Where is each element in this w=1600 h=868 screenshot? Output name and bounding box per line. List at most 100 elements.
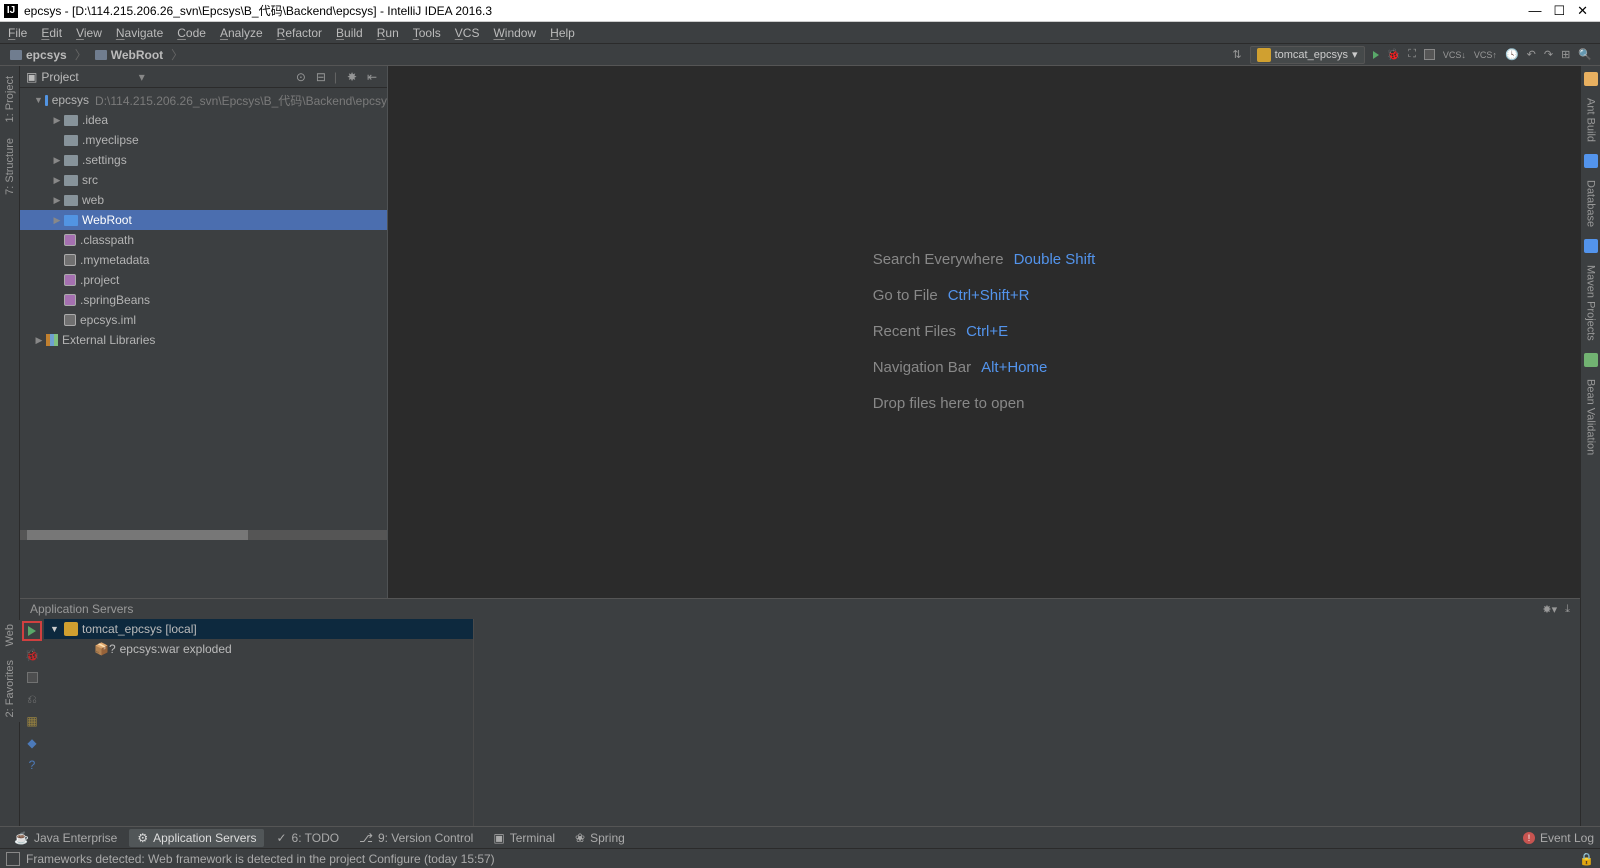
- server-tree-node[interactable]: 📦?epcsys:war exploded: [44, 639, 473, 659]
- menu-tools[interactable]: Tools: [413, 26, 441, 40]
- deploy-icon[interactable]: ▦: [24, 713, 40, 729]
- hint-shortcut: Double Shift: [1014, 242, 1096, 278]
- gear-icon[interactable]: ✸▾: [1542, 603, 1557, 616]
- menu-navigate[interactable]: Navigate: [116, 26, 163, 40]
- tree-arrow[interactable]: ▼: [34, 95, 43, 105]
- collapse-icon[interactable]: ⊟: [316, 70, 330, 84]
- menu-view[interactable]: View: [76, 26, 102, 40]
- menu-edit[interactable]: Edit: [41, 26, 62, 40]
- minimize-button[interactable]: —: [1528, 3, 1541, 18]
- event-log-button[interactable]: !Event Log: [1523, 831, 1594, 845]
- tree-node[interactable]: ▶web: [20, 190, 387, 210]
- tree-node[interactable]: ▶External Libraries: [20, 330, 387, 350]
- hide-icon[interactable]: ⇤: [367, 70, 381, 84]
- run-button[interactable]: [1373, 51, 1379, 59]
- folder-icon: [64, 175, 78, 186]
- tool-web[interactable]: Web: [4, 620, 16, 650]
- tree-node[interactable]: ▼epcsysD:\114.215.206.26_svn\Epcsys\B_代码…: [20, 90, 387, 110]
- folder-icon: [64, 135, 78, 146]
- menu-file[interactable]: File: [8, 26, 27, 40]
- debug-button[interactable]: 🐞: [1387, 48, 1401, 61]
- artifact-icon[interactable]: ◆: [24, 735, 40, 751]
- tree-scrollbar[interactable]: [20, 530, 387, 540]
- tree-arrow[interactable]: ▶: [52, 115, 62, 126]
- menu-refactor[interactable]: Refactor: [277, 26, 322, 40]
- bottom-tab-javaenterprise[interactable]: ☕Java Enterprise: [6, 829, 125, 847]
- chevron-down-icon[interactable]: ▾: [139, 70, 145, 84]
- debug-server-button[interactable]: 🐞: [24, 647, 40, 663]
- menubar: File Edit View Navigate Code Analyze Refactor B…: [0, 22, 1600, 44]
- tool-structure[interactable]: 7: Structure: [4, 134, 16, 199]
- lock-icon[interactable]: 🔒: [1579, 852, 1594, 866]
- maximize-button[interactable]: ☐: [1553, 3, 1565, 19]
- server-label: epcsys:war exploded: [120, 642, 232, 656]
- run-config-selector[interactable]: tomcat_epcsys ▾: [1250, 46, 1365, 64]
- status-message: Frameworks detected: Web framework is de…: [26, 852, 495, 866]
- tab-label: Terminal: [510, 831, 555, 845]
- redo-icon[interactable]: ↷: [1544, 48, 1553, 61]
- tree-arrow[interactable]: ▶: [52, 175, 62, 186]
- app-servers-content: [474, 619, 1580, 826]
- navbar: epcsys 〉 WebRoot 〉 ⇅ tomcat_epcsys ▾ 🐞 ⛶…: [0, 44, 1600, 66]
- bottom-tab-versioncontrol[interactable]: ⎇9: Version Control: [351, 829, 481, 847]
- bottom-tab-todo[interactable]: ✓6: TODO: [268, 829, 347, 847]
- breadcrumb-item[interactable]: epcsys: [4, 48, 73, 62]
- server-tree-node[interactable]: ▼tomcat_epcsys [local]: [44, 619, 473, 639]
- update-icon[interactable]: ⎌: [24, 691, 40, 707]
- menu-build[interactable]: Build: [336, 26, 363, 40]
- menu-analyze[interactable]: Analyze: [220, 26, 263, 40]
- menu-vcs[interactable]: VCS: [455, 26, 480, 40]
- bottom-tab-terminal[interactable]: ▣Terminal: [485, 829, 563, 847]
- tool-database[interactable]: Database: [1585, 176, 1597, 231]
- tree-node[interactable]: .project: [20, 270, 387, 290]
- app-servers-panel: Application Servers ✸▾ ⤓ 🐞 ⎌ ▦ ◆ ? ▼tomc…: [20, 598, 1580, 826]
- tool-beanvalidation[interactable]: Bean Validation: [1585, 375, 1597, 459]
- tree-arrow[interactable]: ▶: [52, 195, 62, 206]
- stop-button[interactable]: [1424, 49, 1435, 60]
- tool-antbuild[interactable]: Ant Build: [1585, 94, 1597, 146]
- menu-help[interactable]: Help: [550, 26, 575, 40]
- close-button[interactable]: ✕: [1577, 3, 1588, 19]
- structure-popup-icon[interactable]: ⊞: [1561, 48, 1570, 61]
- tree-arrow[interactable]: ▶: [52, 155, 62, 166]
- gear-icon[interactable]: ✸: [347, 70, 361, 84]
- vcs-commit-icon[interactable]: VCS↑: [1474, 50, 1497, 60]
- vcs-update-icon[interactable]: VCS↓: [1443, 50, 1466, 60]
- tree-node[interactable]: ▶src: [20, 170, 387, 190]
- tool-project[interactable]: 1: Project: [4, 72, 16, 126]
- menu-window[interactable]: Window: [493, 26, 536, 40]
- tab-icon: ✓: [276, 831, 286, 845]
- tree-node[interactable]: ▶.settings: [20, 150, 387, 170]
- bottom-tab-spring[interactable]: ❀Spring: [567, 829, 633, 847]
- project-tree[interactable]: ▼epcsysD:\114.215.206.26_svn\Epcsys\B_代码…: [20, 88, 387, 598]
- coverage-button[interactable]: ⛶: [1408, 48, 1416, 61]
- tree-node[interactable]: .springBeans: [20, 290, 387, 310]
- run-server-button[interactable]: [22, 621, 42, 641]
- tree-node[interactable]: ▶WebRoot: [20, 210, 387, 230]
- scroll-from-source-icon[interactable]: ⊙: [296, 70, 310, 84]
- editor-empty[interactable]: Search EverywhereDouble ShiftGo to FileC…: [388, 66, 1580, 598]
- tree-node[interactable]: ▶.idea: [20, 110, 387, 130]
- search-icon[interactable]: 🔍: [1578, 48, 1592, 61]
- breadcrumb-item[interactable]: WebRoot: [89, 48, 169, 62]
- tool-mavenprojects[interactable]: Maven Projects: [1585, 261, 1597, 345]
- tree-node[interactable]: .mymetadata: [20, 250, 387, 270]
- vcs-history-icon[interactable]: 🕓: [1505, 48, 1519, 61]
- stop-server-button[interactable]: [24, 669, 40, 685]
- tree-node[interactable]: epcsys.iml: [20, 310, 387, 330]
- app-servers-tree[interactable]: ▼tomcat_epcsys [local]📦?epcsys:war explo…: [44, 619, 474, 826]
- menu-code[interactable]: Code: [177, 26, 206, 40]
- tree-arrow[interactable]: ▶: [52, 215, 62, 226]
- bottom-tab-applicationservers[interactable]: ⚙Application Servers: [129, 829, 264, 847]
- tree-node[interactable]: .classpath: [20, 230, 387, 250]
- menu-run[interactable]: Run: [377, 26, 399, 40]
- hide-icon[interactable]: ⤓: [1565, 603, 1570, 616]
- tree-arrow[interactable]: ▶: [34, 335, 44, 346]
- tool-favorites[interactable]: 2: Favorites: [4, 656, 16, 721]
- make-project-icon[interactable]: ⇅: [1232, 48, 1241, 61]
- help-icon[interactable]: ?: [24, 757, 40, 773]
- status-icon[interactable]: [6, 852, 20, 866]
- tree-node[interactable]: .myeclipse: [20, 130, 387, 150]
- gutter-icon: [1584, 239, 1598, 253]
- undo-icon[interactable]: ↶: [1527, 48, 1536, 61]
